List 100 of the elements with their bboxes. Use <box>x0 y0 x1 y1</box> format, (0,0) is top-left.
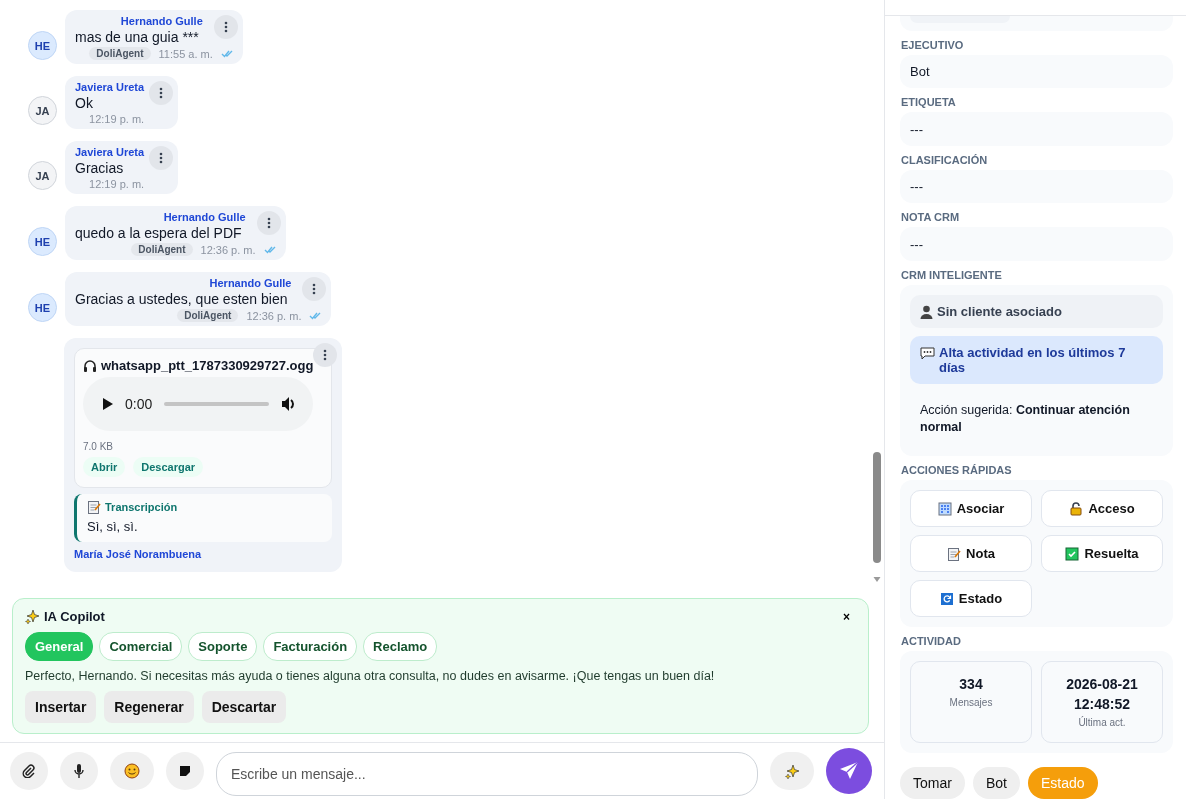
sticky-note-icon <box>179 765 191 777</box>
field-label: ETIQUETA <box>901 96 957 109</box>
quick-action-button[interactable]: Resuelta <box>1041 535 1163 572</box>
vertical-dots-icon <box>159 152 164 164</box>
vertical-dots-icon <box>223 21 228 33</box>
quick-action-button[interactable]: Asociar <box>910 490 1032 527</box>
more-menu-button[interactable] <box>313 343 337 367</box>
agent-tag: DoliAgent <box>177 309 239 322</box>
sender-name: María José Norambuena <box>74 548 203 560</box>
field-value: --- <box>900 169 1173 204</box>
field-label: EJECUTIVO <box>901 38 965 51</box>
seek-track[interactable] <box>164 402 269 406</box>
note-icon <box>947 546 962 561</box>
ai-assist-button[interactable] <box>770 752 814 790</box>
action-button[interactable]: Tomar <box>900 767 965 799</box>
section-label: ACTIVIDAD <box>901 635 962 647</box>
message-time: 12:36 p. m. <box>246 309 302 322</box>
quick-action-button[interactable]: Nota <box>910 535 1032 572</box>
person-icon <box>920 304 933 319</box>
quick-action-button[interactable]: Acceso <box>1041 490 1163 527</box>
send-button[interactable] <box>826 748 872 794</box>
field-value: --- <box>900 112 1173 146</box>
vertical-dots-icon <box>266 217 271 229</box>
field-value: --- <box>900 227 1173 261</box>
quick-action-button[interactable]: Estado <box>910 580 1032 617</box>
message-time: 12:19 p. m. <box>89 178 145 190</box>
section-label: ACCIONES RÁPIDAS <box>901 464 1013 476</box>
message-text: quedo a la espera del PDF <box>75 224 242 242</box>
client-status-text: Sin cliente asociado <box>937 304 1062 319</box>
avatar: HE <box>28 31 57 60</box>
category-tab[interactable]: Comercial <box>99 632 183 661</box>
sticker-button[interactable] <box>166 752 204 790</box>
action-button[interactable]: Bot <box>972 767 1020 799</box>
suggested-action: Acción sugerida: Continuar atención normal <box>919 402 1131 436</box>
sender-name: Hernando Gulle <box>120 15 203 27</box>
headphones-icon <box>83 359 97 372</box>
avatar: HE <box>28 227 57 256</box>
message-time: 12:36 p. m. <box>200 243 256 256</box>
copilot-title: IA Copilot <box>44 609 105 624</box>
category-tab[interactable]: Soporte <box>188 632 258 661</box>
close-button[interactable]: × <box>837 609 856 624</box>
message-text: Gracias <box>75 159 125 177</box>
avatar: HE <box>28 293 57 322</box>
sparkle-icon <box>25 609 40 624</box>
suggested-reply: Perfecto, Hernando. Si necesitas más ayuda o tienes alguna otra consulta, no dudes en avisarme. ¡Que tengas un buen día! <box>25 669 716 683</box>
refresh-icon <box>939 591 954 606</box>
message-input[interactable]: Escribe un mensaje... <box>216 752 758 796</box>
sparkle-icon <box>784 763 800 779</box>
field-label: NOTA CRM <box>901 211 961 224</box>
attach-button[interactable] <box>10 752 48 790</box>
agent-tag: DoliAgent <box>89 47 151 60</box>
vertical-dots-icon <box>323 349 327 361</box>
attachment-button[interactable]: Abrir <box>83 457 126 477</box>
avatar: JA <box>28 96 57 125</box>
category-tab[interactable]: Reclamo <box>363 632 438 661</box>
copilot-action-button[interactable]: Insertar <box>25 691 97 723</box>
agent-tag: DoliAgent <box>131 243 193 256</box>
stat-value: 334 <box>959 675 983 694</box>
audio-player[interactable]: 0:00 <box>83 377 313 431</box>
sender-name: Javiera Ureta <box>75 81 145 93</box>
section-label: CRM INTELIGENTE <box>901 269 1003 281</box>
paperclip-icon <box>22 764 36 778</box>
message-time: 11:55 a. m. <box>158 47 213 60</box>
play-icon[interactable] <box>103 398 113 410</box>
category-tab[interactable]: Facturación <box>263 632 358 661</box>
sender-name: Hernando Gulle <box>209 277 292 289</box>
file-name: whatsapp_ptt_1787330929727.ogg <box>101 358 314 373</box>
stat-caption: Mensajes <box>949 697 993 708</box>
smiley-icon <box>124 763 140 779</box>
vertical-dots-icon <box>159 87 164 99</box>
send-icon <box>839 761 859 781</box>
transcription-label: Transcripción <box>105 501 178 513</box>
microphone-icon <box>74 763 84 779</box>
stat-caption: Última act. <box>1078 717 1126 728</box>
volume-icon[interactable] <box>281 397 297 411</box>
message-time: 12:19 p. m. <box>89 113 145 125</box>
sender-name: Hernando Gulle <box>163 211 246 223</box>
microphone-button[interactable] <box>60 752 98 790</box>
message-text: Ok <box>75 94 94 112</box>
insight-text: Alta actividad en los últimos 7 días <box>939 345 1127 375</box>
sender-name: Javiera Ureta <box>75 146 145 158</box>
speech-bubble-icon <box>920 347 935 360</box>
message-text: mas de una guia *** <box>75 28 199 46</box>
checkbox-icon <box>1065 546 1080 561</box>
copilot-action-button[interactable]: Regenerar <box>104 691 194 723</box>
transcription-text: Sì, sì, sì. <box>87 519 139 534</box>
field-label: CLASIFICACIÓN <box>901 153 989 166</box>
vertical-dots-icon <box>312 283 317 295</box>
attachment-button[interactable]: Descargar <box>133 457 204 477</box>
copilot-action-button[interactable]: Descartar <box>201 691 287 723</box>
field-value: Bot <box>900 54 1173 89</box>
note-icon <box>87 500 101 514</box>
message-text: Gracias a ustedes, que esten bien <box>75 290 288 308</box>
avatar: JA <box>28 161 57 190</box>
stat-value: 2026-08-21 12:48:52 <box>1065 675 1139 714</box>
emoji-button[interactable] <box>110 752 154 790</box>
file-size: 7.0 KB <box>83 441 115 452</box>
lock-icon <box>1069 501 1084 516</box>
playback-time: 0:00 <box>125 396 153 412</box>
building-icon <box>937 501 952 516</box>
